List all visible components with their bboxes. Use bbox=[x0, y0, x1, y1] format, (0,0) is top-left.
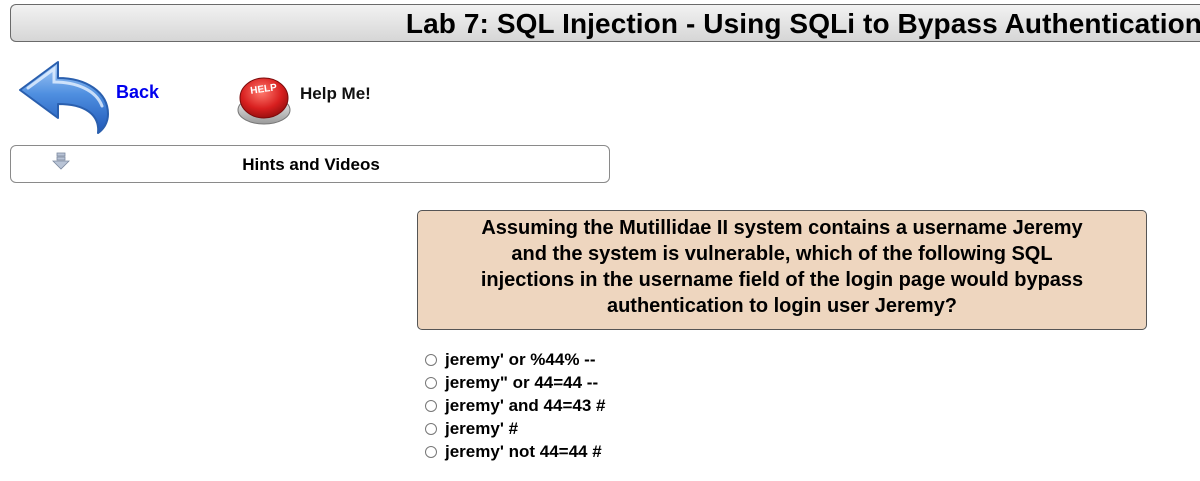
answer-option-label: jeremy" or 44=44 -- bbox=[445, 372, 599, 392]
hints-and-videos-toggle[interactable]: Hints and Videos bbox=[10, 145, 610, 183]
back-button[interactable]: Back bbox=[12, 56, 192, 136]
answer-option-label: jeremy' and 44=43 # bbox=[445, 395, 606, 415]
answer-option-label: jeremy' not 44=44 # bbox=[445, 441, 602, 461]
answer-option[interactable]: jeremy" or 44=44 -- bbox=[425, 371, 925, 394]
radio-button[interactable] bbox=[425, 376, 437, 389]
nav-row: Back HELP Help Me! bbox=[0, 56, 600, 136]
radio-button[interactable] bbox=[425, 353, 437, 366]
question-text: Assuming the Mutillidae II system contai… bbox=[480, 217, 1084, 317]
answer-option[interactable]: jeremy' and 44=43 # bbox=[425, 394, 925, 417]
back-label: Back bbox=[116, 82, 160, 102]
help-label: Help Me! bbox=[300, 84, 371, 103]
page-title-bar: Lab 7: SQL Injection - Using SQLi to Byp… bbox=[10, 4, 1200, 42]
radio-button[interactable] bbox=[425, 422, 437, 435]
help-button-icon: HELP bbox=[237, 77, 291, 125]
radio-button[interactable] bbox=[425, 445, 437, 458]
radio-button[interactable] bbox=[425, 399, 437, 412]
answer-option[interactable]: jeremy' not 44=44 # bbox=[425, 440, 925, 463]
answer-option-label: jeremy' # bbox=[445, 418, 519, 438]
question-box: Assuming the Mutillidae II system contai… bbox=[417, 210, 1147, 330]
page-title: Lab 7: SQL Injection - Using SQLi to Byp… bbox=[405, 8, 1200, 39]
answer-option-label: jeremy' or %44% -- bbox=[445, 349, 596, 369]
back-arrow-icon bbox=[19, 61, 109, 134]
help-me-button[interactable]: HELP Help Me! bbox=[234, 70, 414, 130]
answer-option[interactable]: jeremy' or %44% -- bbox=[425, 348, 925, 371]
answer-option[interactable]: jeremy' # bbox=[425, 417, 925, 440]
answer-options: jeremy' or %44% -- jeremy" or 44=44 -- j… bbox=[425, 348, 925, 463]
hints-and-videos-label: Hints and Videos bbox=[242, 155, 380, 174]
